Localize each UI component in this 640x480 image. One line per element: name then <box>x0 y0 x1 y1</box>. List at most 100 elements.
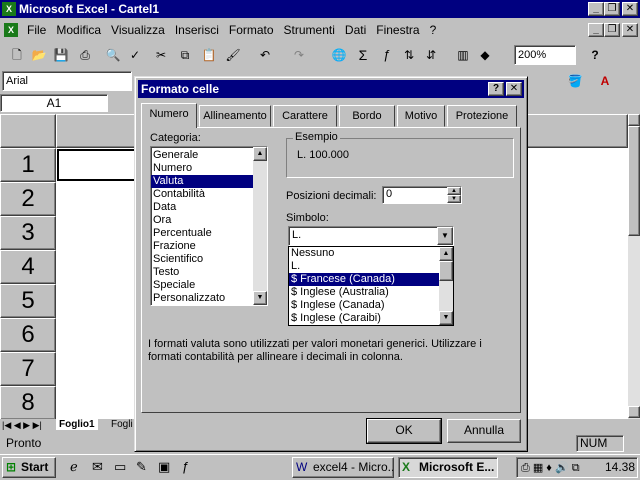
web-icon[interactable]: 🌐 <box>330 46 348 64</box>
list-item[interactable]: Personalizzato <box>151 292 267 305</box>
row-header[interactable]: 2 <box>0 182 56 216</box>
scroll-thumb[interactable] <box>439 261 453 281</box>
list-item[interactable]: Contabilità <box>151 188 267 201</box>
help-icon[interactable]: ? <box>586 46 604 64</box>
undo-icon[interactable]: ↶ <box>256 46 274 64</box>
channels-icon[interactable]: ✎ <box>136 459 147 475</box>
list-item[interactable]: Data <box>151 201 267 214</box>
row-header[interactable]: 8 <box>0 386 56 420</box>
excel-app-icon[interactable]: X <box>2 2 16 16</box>
taskbar-word-task[interactable]: W excel4 - Micro... <box>292 457 394 478</box>
scroll-thumb[interactable] <box>628 126 640 236</box>
name-box[interactable]: A1 <box>0 94 108 112</box>
paste-icon[interactable]: 📋 <box>200 46 218 64</box>
start-button[interactable]: ⊞ Start <box>2 457 56 478</box>
quicklaunch-icon[interactable]: ▣ <box>158 459 170 475</box>
cut-icon[interactable]: ✂ <box>152 46 170 64</box>
desktop-icon[interactable]: ▭ <box>114 459 126 475</box>
restore-icon[interactable]: ❐ <box>604 2 620 16</box>
tray-icons[interactable]: ⎙ ▦ ♦ 🔊 ⧉ <box>521 459 580 478</box>
list-item[interactable]: Generale <box>151 149 267 162</box>
dialog-help-icon[interactable]: ? <box>488 82 504 96</box>
row-header[interactable]: 3 <box>0 216 56 250</box>
font-color-icon[interactable]: A <box>596 72 614 90</box>
outlook-icon[interactable]: ✉ <box>92 459 103 475</box>
vertical-scrollbar[interactable] <box>628 114 640 419</box>
workbook-icon[interactable]: X <box>4 23 18 37</box>
dropdown-arrow-icon[interactable]: ▼ <box>437 227 453 245</box>
scroll-up-arrow-icon[interactable]: ▲ <box>253 147 267 161</box>
scroll-down-arrow-icon[interactable]: ▼ <box>253 291 267 305</box>
taskbar-excel-task[interactable]: X Microsoft E... <box>398 457 498 478</box>
spin-down-icon[interactable]: ▼ <box>447 195 461 203</box>
tab-bordo[interactable]: Bordo <box>339 105 395 127</box>
copy-icon[interactable]: ⧉ <box>176 46 194 64</box>
list-item[interactable]: $ Inglese (Australia) <box>289 286 453 299</box>
close-icon[interactable]: ✕ <box>622 2 638 16</box>
cancel-button[interactable]: Annulla <box>447 419 521 443</box>
select-all-corner[interactable] <box>0 114 56 148</box>
row-header[interactable]: 5 <box>0 284 56 318</box>
tab-allineamento[interactable]: Allineamento <box>199 105 271 127</box>
new-icon[interactable]: 🗋 <box>8 46 26 64</box>
menu-inserisci[interactable]: Inserisci <box>170 23 224 37</box>
open-icon[interactable]: 📂 <box>30 46 48 64</box>
sort-descending-icon[interactable]: ⇵ <box>422 46 440 64</box>
tab-carattere[interactable]: Carattere <box>273 105 337 127</box>
dialog-close-icon[interactable]: ✕ <box>506 82 522 96</box>
sheet-nav-arrows-icon[interactable]: |◀ ◀ ▶ ▶| <box>2 420 42 431</box>
list-item[interactable]: Testo <box>151 266 267 279</box>
menu-strumenti[interactable]: Strumenti <box>279 23 340 37</box>
function-icon[interactable]: ƒ <box>378 46 396 64</box>
list-item[interactable]: Speciale <box>151 279 267 292</box>
category-list[interactable]: Generale Numero Valuta Contabilità Data … <box>150 146 268 306</box>
spin-up-icon[interactable]: ▲ <box>447 187 461 195</box>
zoom-select[interactable]: 200% <box>514 45 576 65</box>
list-item[interactable]: $ Inglese (Caraibi) <box>289 312 453 325</box>
menu-dati[interactable]: Dati <box>340 23 371 37</box>
scroll-down-arrow-icon[interactable]: ▼ <box>439 311 453 325</box>
decimals-value[interactable]: 0 <box>386 188 392 200</box>
extra-icon[interactable]: ƒ <box>182 459 189 474</box>
sheet-tab-next[interactable]: Fogli <box>108 419 136 430</box>
font-name-select[interactable]: Arial <box>2 71 132 91</box>
row-header[interactable]: 1 <box>0 148 56 182</box>
list-item-selected[interactable]: $ Francese (Canada) <box>289 273 453 286</box>
list-item[interactable]: $ Inglese (Canada) <box>289 299 453 312</box>
scroll-up-arrow-icon[interactable] <box>628 114 640 126</box>
doc-close-icon[interactable]: ✕ <box>622 23 638 37</box>
format-painter-icon[interactable]: 🖌 <box>224 46 242 64</box>
scroll-down-arrow-icon[interactable] <box>628 406 640 418</box>
drawing-icon[interactable]: ◆ <box>476 46 494 64</box>
print-preview-icon[interactable]: 🔍 <box>104 46 122 64</box>
list-item[interactable]: Ora <box>151 214 267 227</box>
print-icon[interactable]: ⎙ <box>76 46 94 64</box>
menu-help[interactable]: ? <box>425 23 442 37</box>
redo-icon[interactable]: ↷ <box>290 46 308 64</box>
symbol-scrollbar[interactable]: ▲ ▼ <box>439 247 453 325</box>
doc-restore-icon[interactable]: ❐ <box>604 23 620 37</box>
row-header[interactable]: 4 <box>0 250 56 284</box>
list-item[interactable]: Scientifico <box>151 253 267 266</box>
decimals-spinner[interactable]: 0 ▲ ▼ <box>382 186 462 204</box>
menu-finestra[interactable]: Finestra <box>371 23 424 37</box>
fill-color-icon[interactable]: 🪣 <box>566 72 584 90</box>
symbol-dropdown-list[interactable]: Nessuno L. $ Francese (Canada) $ Inglese… <box>288 246 454 326</box>
save-icon[interactable]: 💾 <box>52 46 70 64</box>
list-item[interactable]: Frazione <box>151 240 267 253</box>
ok-button[interactable]: OK <box>366 418 442 444</box>
list-item[interactable]: Numero <box>151 162 267 175</box>
list-item[interactable]: Percentuale <box>151 227 267 240</box>
tab-protezione[interactable]: Protezione <box>447 105 517 127</box>
autosum-icon[interactable]: Σ <box>354 46 372 64</box>
doc-minimize-icon[interactable]: _ <box>588 23 604 37</box>
row-header[interactable]: 7 <box>0 352 56 386</box>
row-header[interactable]: 6 <box>0 318 56 352</box>
list-item[interactable]: Nessuno <box>289 247 453 260</box>
chart-wizard-icon[interactable]: ▥ <box>454 46 472 64</box>
ie-icon[interactable]: ℯ <box>70 459 78 475</box>
sheet-tab-foglio1[interactable]: Foglio1 <box>56 419 98 430</box>
spelling-icon[interactable]: ✓ <box>126 46 144 64</box>
list-item-selected[interactable]: Valuta <box>151 175 267 188</box>
menu-visualizza[interactable]: Visualizza <box>106 23 170 37</box>
